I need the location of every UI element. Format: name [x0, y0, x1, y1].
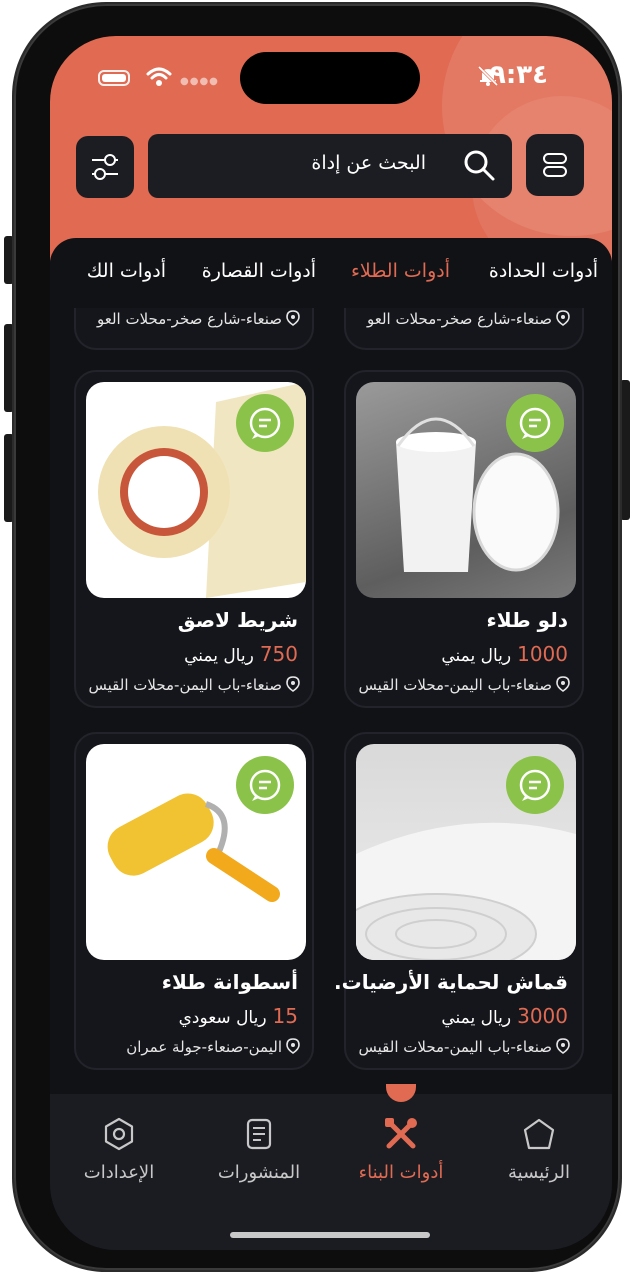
home-icon	[523, 1118, 555, 1150]
filter-button[interactable]	[76, 136, 134, 198]
nav-settings[interactable]: الإعدادات	[54, 1114, 184, 1183]
chat-icon	[519, 407, 551, 439]
search-bar[interactable]: البحث عن إداة	[148, 134, 512, 198]
search-icon	[464, 150, 495, 181]
signal-dots-icon: ●●●●	[180, 76, 219, 87]
product-image	[356, 744, 576, 960]
chat-icon	[249, 407, 281, 439]
location-pin-icon	[556, 310, 570, 326]
product-card[interactable]: دلو طلاء 1000ريال يمني صنعاء-باب اليمن-م…	[344, 370, 584, 708]
product-title: شريط لاصق	[177, 608, 298, 632]
location-pin-icon	[556, 676, 570, 692]
card-location: صنعاء-باب اليمن-محلات القيس	[68, 676, 300, 694]
volume-up-button	[4, 324, 14, 412]
content-panel: صنعاء-شارع صخر-محلات العو صنعاء-شارع صخر…	[50, 238, 612, 1098]
posts-icon	[246, 1118, 272, 1150]
screen: ●●●● ٩:٣٤ البحث عن إداة صنعاء-شارع صخر-م…	[50, 36, 612, 1250]
product-price: 1000ريال يمني	[441, 642, 568, 666]
card-location: اليمن-صنعاء-جولة عمران	[68, 1038, 300, 1056]
settings-icon	[104, 1117, 134, 1151]
phone-frame: ●●●● ٩:٣٤ البحث عن إداة صنعاء-شارع صخر-م…	[14, 4, 620, 1270]
search-placeholder: البحث عن إداة	[311, 152, 426, 174]
chat-button[interactable]	[506, 394, 564, 452]
product-title: دلو طلاء	[486, 608, 568, 632]
category-tabs: أدوات الحدادة أدوات الطلاء أدوات القصارة…	[50, 254, 612, 308]
chat-button[interactable]	[236, 756, 294, 814]
chat-button[interactable]	[236, 394, 294, 452]
tab-painting[interactable]: أدوات الطلاء	[351, 260, 450, 282]
product-card[interactable]: شريط لاصق 750ريال يمني صنعاء-باب اليمن-م…	[74, 370, 314, 708]
product-image	[86, 382, 306, 598]
volume-down-button	[4, 434, 14, 522]
power-button	[620, 380, 630, 520]
product-image	[356, 382, 576, 598]
status-time: ٩:٣٤	[489, 60, 548, 90]
nav-posts[interactable]: المنشورات	[194, 1114, 324, 1183]
nav-home[interactable]: الرئيسية	[474, 1114, 604, 1183]
product-price: 3000ريال يمني	[441, 1004, 568, 1028]
bottom-nav: الرئيسية أدوات البناء المنشورات الإعدادا…	[50, 1084, 612, 1250]
location-pin-icon	[286, 1038, 300, 1054]
dynamic-island	[240, 52, 420, 104]
chat-icon	[249, 769, 281, 801]
home-indicator	[230, 1232, 430, 1238]
location-pin-icon	[556, 1038, 570, 1054]
active-nav-indicator	[386, 1084, 416, 1102]
product-title: قماش لحماية الأرضيات.	[334, 970, 568, 994]
product-price: 750ريال يمني	[184, 642, 298, 666]
product-image	[86, 744, 306, 960]
location-pin-icon	[286, 310, 300, 326]
menu-button[interactable]	[526, 134, 584, 196]
silent-switch	[4, 236, 14, 284]
card-location: صنعاء-شارع صخر-محلات العو	[68, 310, 300, 328]
tools-icon	[385, 1118, 417, 1149]
product-card[interactable]: قماش لحماية الأرضيات. 3000ريال يمني صنعا…	[334, 732, 584, 1070]
chat-icon	[519, 769, 551, 801]
list-icon	[543, 153, 567, 177]
card-location: صنعاء-باب اليمن-محلات القيس	[338, 1038, 570, 1056]
chat-button[interactable]	[506, 756, 564, 814]
product-card[interactable]: أسطوانة طلاء 15ريال سعودي اليمن-صنعاء-جو…	[74, 732, 314, 1070]
sliders-icon	[92, 154, 118, 180]
product-price: 15ريال سعودي	[178, 1004, 298, 1028]
card-location: صنعاء-باب اليمن-محلات القيس	[338, 676, 570, 694]
product-title: أسطوانة طلاء	[161, 970, 298, 994]
card-location: صنعاء-شارع صخر-محلات العو	[338, 310, 570, 328]
battery-icon	[98, 70, 130, 86]
location-pin-icon	[286, 676, 300, 692]
nav-building-tools[interactable]: أدوات البناء	[336, 1114, 466, 1183]
tab-metalwork[interactable]: أدوات الحدادة	[489, 260, 598, 282]
wifi-icon	[146, 67, 172, 86]
tab-plastering[interactable]: أدوات القصارة	[202, 260, 316, 282]
tab-partial[interactable]: أدوات الك	[87, 260, 166, 282]
